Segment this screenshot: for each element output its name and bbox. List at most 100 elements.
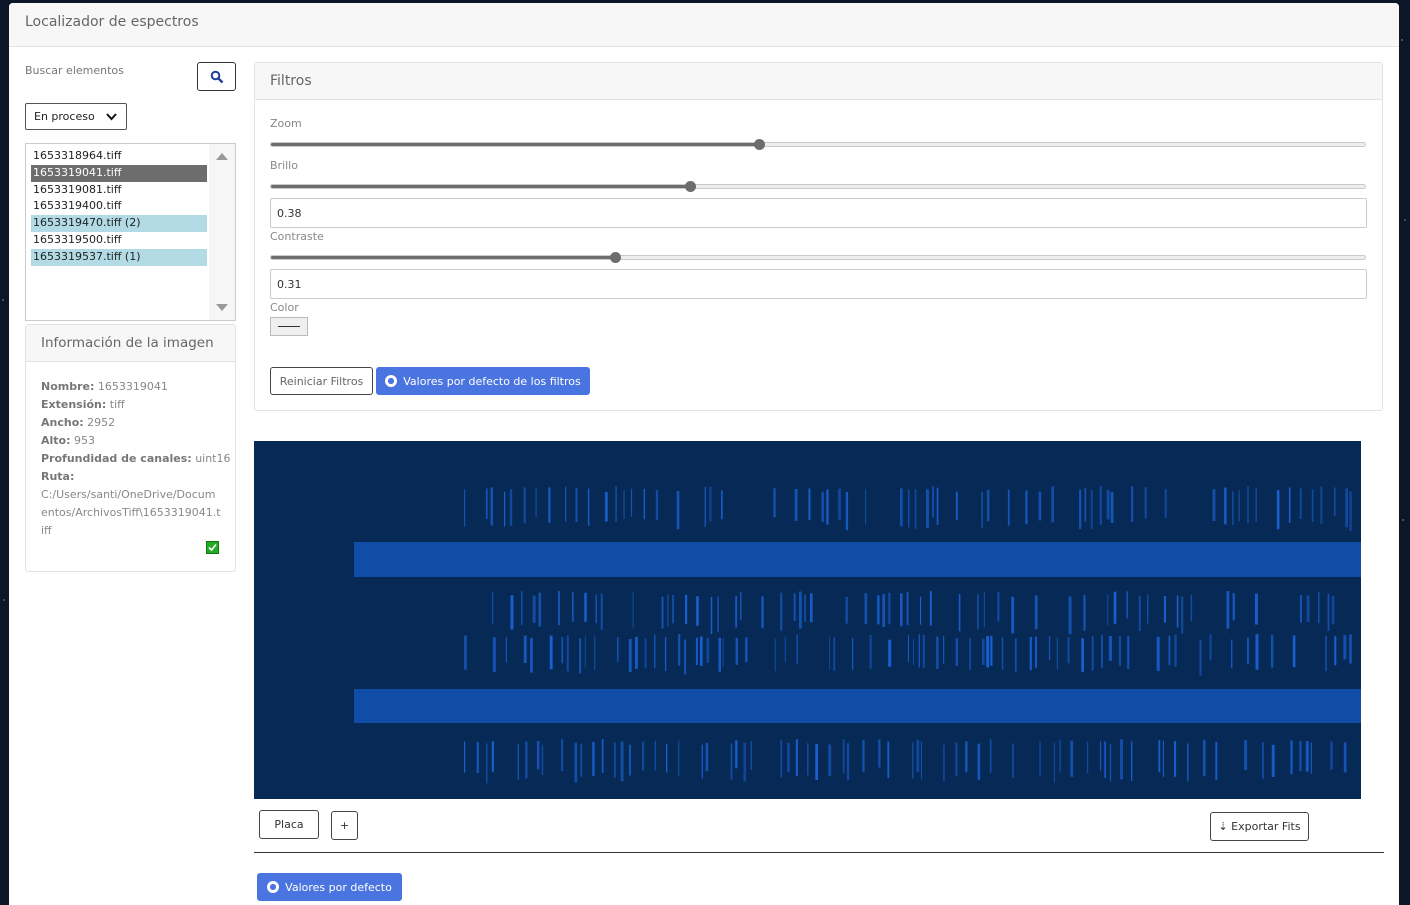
spectrum-line	[1034, 595, 1038, 630]
spectrum-line	[1232, 593, 1235, 621]
spectrum-line	[525, 741, 528, 779]
spectrum-line	[936, 487, 939, 525]
spectrum-line	[667, 594, 669, 627]
brightness-slider[interactable]	[270, 181, 1366, 192]
spectrum-line	[735, 740, 738, 769]
spectrum-line	[1127, 636, 1130, 670]
file-item[interactable]: 1653319081.tiff	[31, 182, 207, 199]
spectrum-line	[936, 636, 939, 669]
file-item[interactable]: 1653319500.tiff	[31, 232, 207, 249]
spectrum-line	[916, 740, 920, 772]
spectrum-line	[1118, 635, 1121, 666]
spectrum-line	[695, 637, 698, 666]
spectrum-line	[541, 744, 544, 776]
brightness-input[interactable]: 0.38	[270, 198, 1367, 228]
spectrum-line	[565, 486, 567, 522]
check-icon	[208, 543, 217, 552]
spectrum-line	[1276, 490, 1280, 530]
zoom-slider-handle[interactable]	[753, 139, 765, 150]
filter-defaults-button[interactable]: Valores por defecto de los filtros	[376, 367, 590, 395]
spectrum-line	[491, 591, 494, 625]
spectrum-line	[864, 593, 868, 625]
reset-filters-button[interactable]: Reiniciar Filtros	[270, 367, 373, 395]
defaults-button[interactable]: Valores por defecto	[257, 873, 402, 901]
spectrum-line	[1138, 595, 1141, 631]
file-item[interactable]: 1653319400.tiff	[31, 198, 207, 215]
spectrum-line	[986, 489, 990, 522]
spectrum-line	[706, 637, 710, 663]
spectrum-line	[1131, 741, 1133, 781]
spectrum-line	[661, 596, 664, 629]
spectrum-line	[509, 489, 513, 526]
spectrum-line	[1255, 487, 1257, 522]
file-item[interactable]: 1653319470.tiff (2)	[31, 215, 207, 232]
app-header: Localizador de espectros	[9, 3, 1399, 47]
file-list-scrollbar[interactable]	[209, 144, 235, 320]
spectrum-line	[1232, 491, 1234, 526]
checkbox-checked[interactable]	[206, 541, 219, 554]
spectrum-line	[575, 487, 578, 523]
export-fits-button[interactable]: ⇣ Exportar Fits	[1210, 812, 1309, 841]
scroll-down-icon[interactable]	[216, 304, 228, 311]
spectrum-line	[1306, 595, 1310, 622]
spectrum-line	[862, 739, 865, 773]
spectrum-line	[900, 488, 903, 527]
spectrum-line	[1334, 487, 1336, 517]
spectrum-line	[943, 635, 945, 664]
spectrum-line	[1299, 741, 1302, 772]
spectrum-line	[1327, 593, 1330, 631]
spectrum-line	[1035, 636, 1037, 668]
spectrum-line	[815, 744, 818, 780]
color-picker[interactable]	[270, 317, 308, 336]
status-select[interactable]: En proceso	[25, 103, 127, 130]
contrast-slider[interactable]	[270, 252, 1366, 263]
spectrum-line	[1056, 637, 1058, 670]
spectrum-line	[845, 491, 849, 531]
spectrum-line	[1290, 740, 1293, 775]
spectrum-line	[981, 491, 983, 528]
file-item[interactable]: 1653318964.tiff	[31, 148, 207, 165]
spectrum-image[interactable]	[254, 441, 1361, 799]
spectrum-line	[1174, 741, 1177, 777]
spectrum-line	[1224, 487, 1227, 525]
scroll-up-icon[interactable]	[216, 153, 228, 160]
spectrum-line	[810, 593, 813, 623]
zoom-slider-fill	[271, 143, 759, 146]
plate-button[interactable]: Placa	[259, 810, 319, 839]
contrast-input[interactable]: 0.31	[270, 269, 1367, 299]
spectrum-line	[1288, 487, 1291, 523]
spectrum-line	[710, 596, 713, 635]
spectrum-line	[1349, 634, 1352, 664]
search-button[interactable]	[197, 62, 236, 91]
add-button[interactable]: +	[331, 811, 358, 840]
spectrum-line	[794, 488, 798, 521]
spectrum-line	[983, 591, 985, 628]
spectrum-line	[549, 635, 553, 670]
file-item[interactable]: 1653319041.tiff	[31, 164, 207, 182]
gear-icon	[267, 881, 280, 893]
contrast-slider-handle[interactable]	[609, 252, 621, 263]
spectrum-line	[1110, 491, 1114, 523]
contrast-label: Contraste	[270, 230, 324, 243]
spectrum-line	[1101, 634, 1103, 668]
spectrum-line	[1038, 491, 1042, 521]
spectrum-line	[615, 486, 617, 522]
spectrum-line	[642, 741, 645, 771]
spectrum-line	[672, 594, 674, 624]
spectrum-line	[906, 592, 909, 626]
spectrum-line	[685, 594, 688, 624]
spectrum-line	[1014, 638, 1017, 672]
spectrum-line	[807, 743, 809, 776]
spectrum-line	[1311, 489, 1314, 522]
spectrum-line	[977, 743, 981, 780]
spectrum-line	[1025, 490, 1028, 525]
zoom-slider[interactable]	[270, 139, 1366, 150]
brightness-slider-handle[interactable]	[685, 181, 696, 192]
file-item[interactable]: 1653319537.tiff (1)	[31, 248, 207, 266]
spectrum-line	[1106, 490, 1110, 520]
spectrum-line	[664, 637, 667, 671]
spectrum-line	[900, 593, 903, 627]
file-list[interactable]: 1653318964.tiff 1653319041.tiff 1653319081…	[25, 143, 236, 321]
spectrum-line	[644, 638, 647, 669]
spectrum-line	[523, 487, 526, 524]
